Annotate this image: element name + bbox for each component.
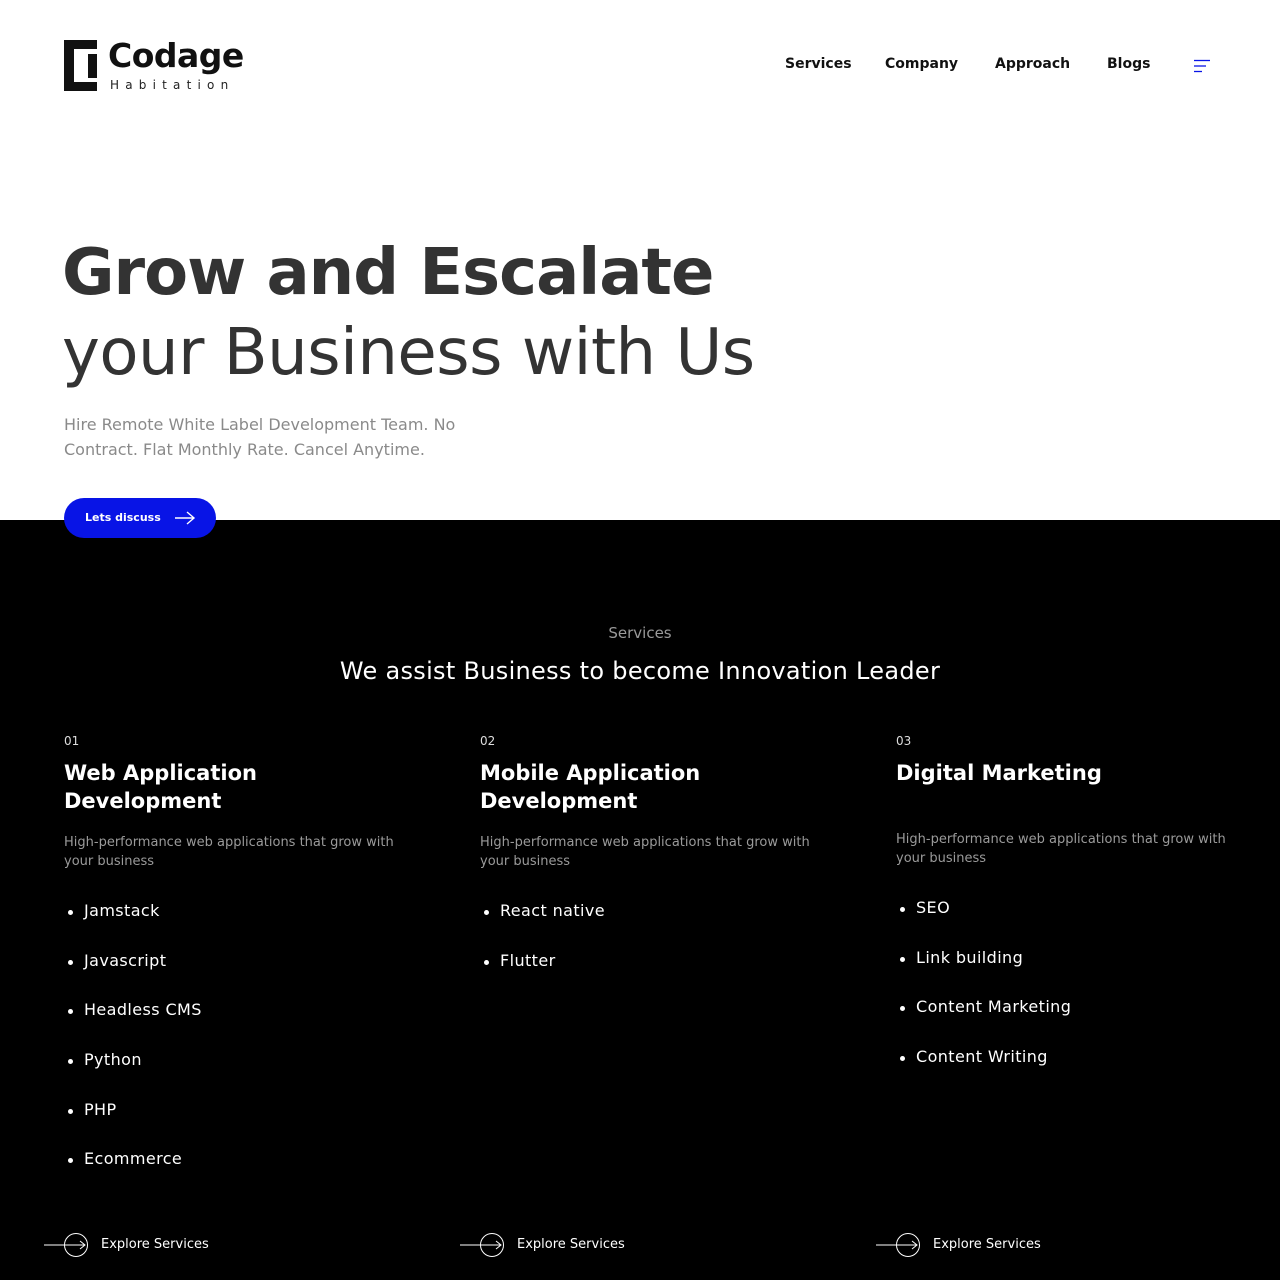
nav-item-company[interactable]: Company xyxy=(885,56,958,78)
circle-arrow-icon xyxy=(460,1233,504,1257)
logo-mark-icon xyxy=(64,40,97,91)
list-item: PHP xyxy=(64,1100,202,1150)
list-item: Python xyxy=(64,1050,202,1100)
service-title: Web Application Development xyxy=(64,761,257,813)
service-number: 02 xyxy=(480,734,496,748)
hero-title-bold: Grow and Escalate xyxy=(62,236,714,310)
service-column-web: 01 Web Application Development High-perf… xyxy=(64,734,414,1194)
list-item: Ecommerce xyxy=(64,1149,202,1199)
hero-subtitle: Hire Remote White Label Development Team… xyxy=(64,415,456,459)
service-tech-list: Jamstack Javascript Headless CMS Python … xyxy=(64,901,202,1199)
service-number: 01 xyxy=(64,734,80,748)
service-description: High-performance web applications that g… xyxy=(480,835,810,869)
brand-tagline: Habitation xyxy=(110,78,235,92)
cta-label: Lets discuss xyxy=(85,511,161,524)
list-item: React native xyxy=(480,901,605,951)
list-item: Headless CMS xyxy=(64,1000,202,1050)
list-item: Javascript xyxy=(64,951,202,1001)
list-item: Content Writing xyxy=(896,1047,1071,1097)
hamburger-menu-icon[interactable] xyxy=(1193,59,1211,73)
arrow-right-icon xyxy=(175,511,196,525)
service-description: High-performance web applications that g… xyxy=(64,835,394,869)
service-number: 03 xyxy=(896,734,912,748)
service-column-mobile: 02 Mobile Application Development High-p… xyxy=(480,734,830,1034)
explore-services-link-web[interactable]: Explore Services xyxy=(44,1232,244,1258)
site-header: Codage Habitation Services Company Appro… xyxy=(0,0,1280,132)
service-tech-list: SEO Link building Content Marketing Cont… xyxy=(896,898,1071,1097)
nav-item-services[interactable]: Services xyxy=(785,56,852,78)
circle-arrow-icon xyxy=(44,1233,88,1257)
explore-services-link-marketing[interactable]: Explore Services xyxy=(876,1232,1076,1258)
list-item: Jamstack xyxy=(64,901,202,951)
explore-services-link-mobile[interactable]: Explore Services xyxy=(460,1232,660,1258)
hero-title-light: your Business with Us xyxy=(62,316,755,390)
brand-name: Codage xyxy=(108,36,244,75)
circle-arrow-icon xyxy=(876,1233,920,1257)
lets-discuss-button[interactable]: Lets discuss xyxy=(64,498,216,538)
list-item: SEO xyxy=(896,898,1071,948)
service-title: Digital Marketing xyxy=(896,761,1102,785)
service-tech-list: React native Flutter xyxy=(480,901,605,1000)
services-heading: We assist Business to become Innovation … xyxy=(339,657,941,685)
service-title: Mobile Application Development xyxy=(480,761,701,813)
brand-logo[interactable]: Codage Habitation xyxy=(64,36,254,94)
service-column-marketing: 03 Digital Marketing High-performance we… xyxy=(896,734,1246,1094)
services-eyebrow: Services xyxy=(608,624,672,642)
list-item: Flutter xyxy=(480,951,605,1001)
explore-label: Explore Services xyxy=(517,1237,625,1252)
nav-item-approach[interactable]: Approach xyxy=(995,56,1070,78)
list-item: Link building xyxy=(896,948,1071,998)
nav-item-blogs[interactable]: Blogs xyxy=(1107,56,1150,78)
explore-label: Explore Services xyxy=(933,1237,1041,1252)
service-description: High-performance web applications that g… xyxy=(896,832,1226,866)
list-item: Content Marketing xyxy=(896,997,1071,1047)
explore-label: Explore Services xyxy=(101,1237,209,1252)
